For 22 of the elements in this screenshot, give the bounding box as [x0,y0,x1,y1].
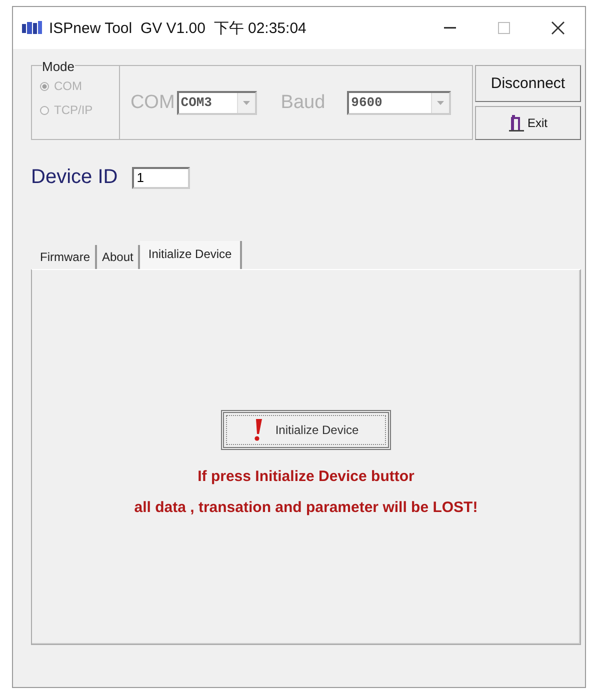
initialize-device-button[interactable]: Initialize Device [221,410,391,450]
disconnect-button[interactable]: Disconnect [475,65,581,102]
dropdown-arrow-icon [242,100,251,106]
close-icon [551,21,565,35]
radio-label: TCP/IP [54,103,93,117]
dropdown-arrow-icon [436,100,446,106]
warning-text: all data , transation and parameter will be LOST! [134,499,478,516]
window-title: ISPnew Tool GV V1.00 下午 02:35:04 [49,18,306,38]
exit-door-icon [508,114,524,132]
device-id-field[interactable]: 1 [132,166,190,188]
group-label: Mode [42,59,75,74]
maximize-icon [497,21,511,35]
tab[interactable]: Initialize Device [140,241,242,269]
app-icon [21,20,43,36]
device-id-label: Device ID [31,166,118,189]
baud-label: Baud [280,92,326,114]
minimize-icon [444,27,456,29]
warning-text: If press Initialize Device buttor [198,468,414,485]
com-label: COM [130,92,175,114]
exclamation-icon [253,418,264,442]
radio-label: COM [54,79,82,93]
exit-button[interactable]: Exit [475,106,581,140]
